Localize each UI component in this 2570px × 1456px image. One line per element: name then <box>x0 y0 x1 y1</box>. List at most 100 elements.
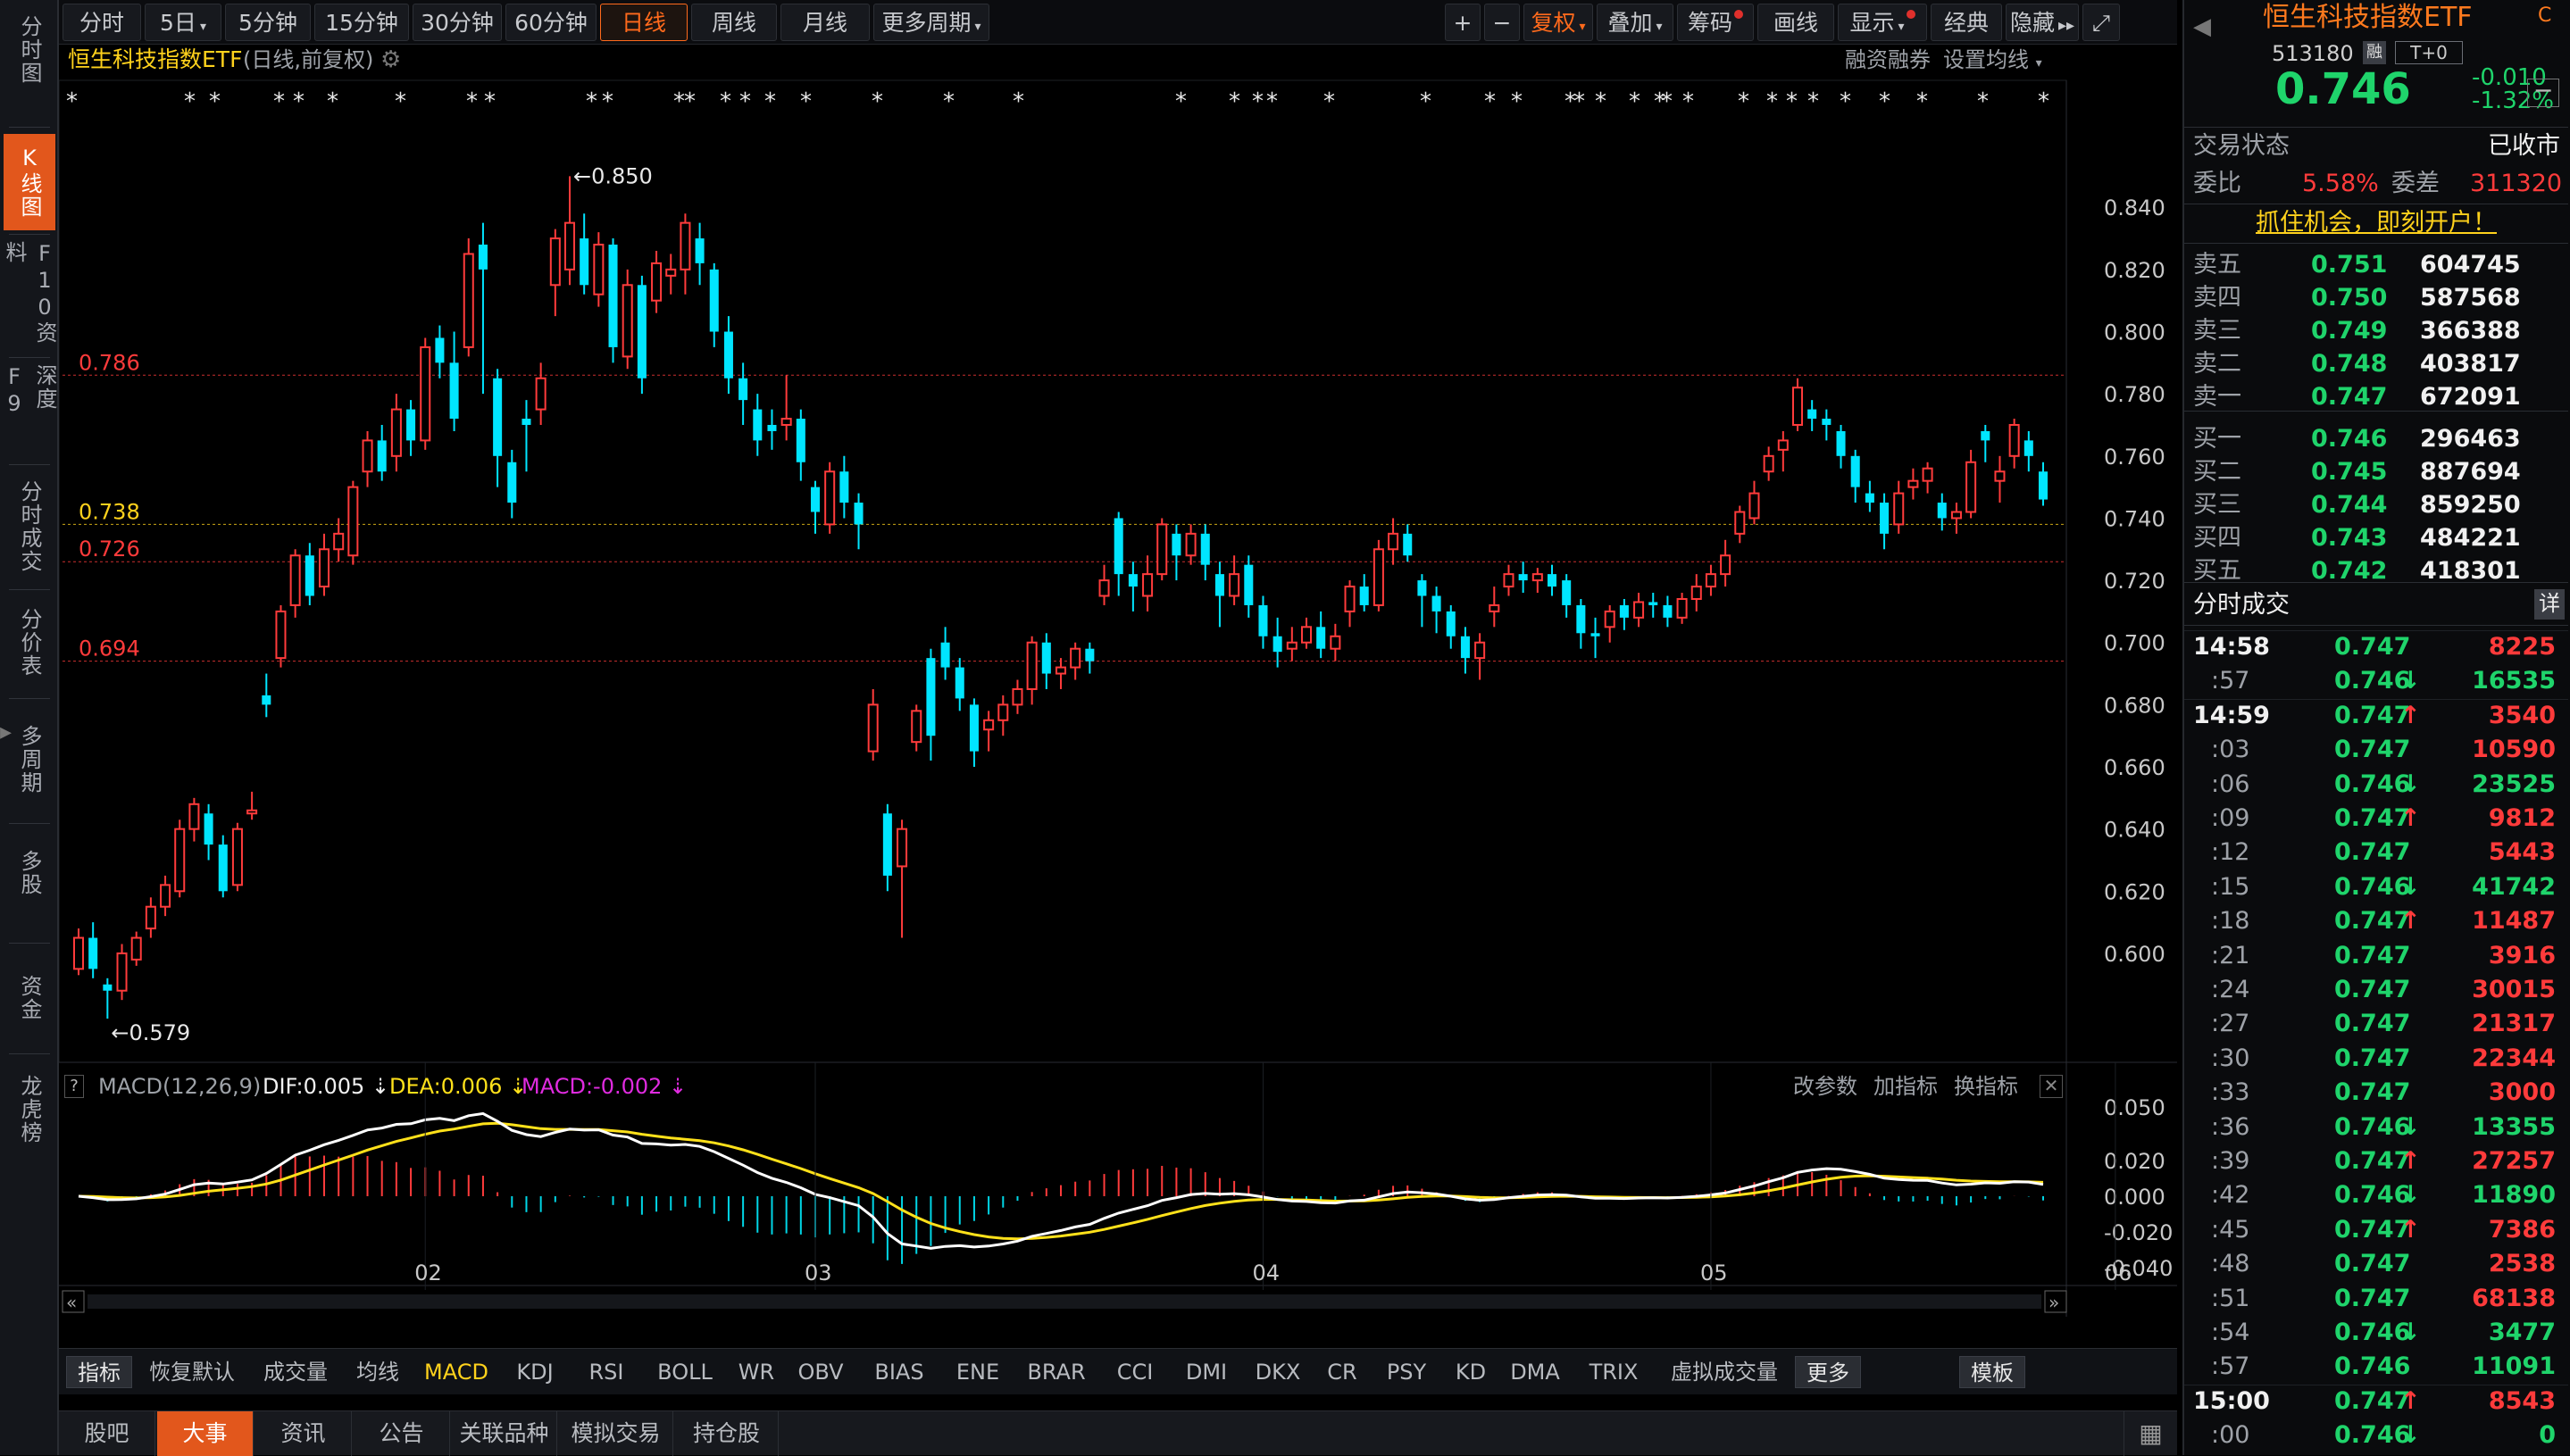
macd-switch-indicator[interactable]: 换指标 <box>1954 1073 2018 1100</box>
indicator-5[interactable]: KDJ <box>502 1356 568 1388</box>
indicator-22[interactable]: 更多 <box>1795 1356 1861 1388</box>
indicator-23[interactable]: 模板 <box>1959 1356 2025 1388</box>
event-marker-icon[interactable]: * <box>1484 88 1496 115</box>
tool-0[interactable]: + <box>1445 4 1481 41</box>
kline-chart-svg[interactable]: * * * * * * * * * * * * * * * * * * * * * * * * * * * * ** * * ** * * * * * *… <box>59 45 2177 1341</box>
event-marker-icon[interactable]: * <box>1013 88 1024 115</box>
event-marker-icon[interactable]: * <box>764 88 776 115</box>
nav-item-9[interactable]: 龙虎榜 <box>4 1061 55 1159</box>
horizontal-scrollbar[interactable] <box>88 1294 2041 1309</box>
bottom-tab-2[interactable]: 资讯 <box>255 1411 352 1456</box>
bottom-tab-6[interactable]: 持仓股 <box>675 1411 779 1456</box>
bottom-tab-4[interactable]: 关联品种 <box>452 1411 557 1456</box>
tool-6[interactable]: 显示 ▾ <box>1838 4 1927 41</box>
indicator-0[interactable]: 指标 <box>66 1356 132 1388</box>
tool-7[interactable]: 经典 <box>1931 4 2002 41</box>
period-9[interactable]: 更多周期 ▾ <box>873 4 989 41</box>
bottom-tab-5[interactable]: 模拟交易 <box>559 1411 673 1456</box>
kline-chart-area[interactable]: * * * * * * * * * * * * * * * * * * * * * * * * * * * * * * * * * * * * * * * *… <box>59 45 2177 1341</box>
event-marker-icon[interactable]: * <box>1879 88 1890 115</box>
event-marker-icon[interactable]: * <box>1175 88 1187 115</box>
indicator-11[interactable]: ENE <box>945 1356 1011 1388</box>
indicator-12[interactable]: BRAR <box>1016 1356 1097 1388</box>
period-4[interactable]: 30分钟 <box>413 4 502 41</box>
event-marker-icon[interactable]: * <box>1252 88 1264 115</box>
event-marker-icon[interactable]: * <box>739 88 751 115</box>
collapse-arrow-icon[interactable]: ▸ <box>0 705 13 759</box>
event-marker-icon[interactable]: * <box>1807 88 1819 115</box>
event-marker-icon[interactable]: * <box>1420 88 1431 115</box>
period-5[interactable]: 60分钟 <box>505 4 597 41</box>
indicator-17[interactable]: PSY <box>1373 1356 1439 1388</box>
event-marker-icon[interactable]: * <box>1229 88 1240 115</box>
event-marker-icon[interactable]: * <box>1840 88 1851 115</box>
nav-item-2[interactable]: F10资料 <box>2 241 57 345</box>
nav-item-7[interactable]: 多股 <box>4 830 55 916</box>
event-marker-icon[interactable]: * <box>293 88 305 115</box>
nav-item-4[interactable]: 分时成交 <box>4 471 55 582</box>
nav-item-3[interactable]: 深度F9 <box>2 364 57 457</box>
event-marker-icon[interactable]: * <box>1573 88 1585 115</box>
event-marker-icon[interactable]: * <box>1738 88 1749 115</box>
event-marker-icon[interactable]: * <box>1682 88 1694 115</box>
ma-setting-link[interactable]: 设置均线 ▾ <box>1943 46 2042 77</box>
event-marker-icon[interactable]: * <box>1977 88 1989 115</box>
period-1[interactable]: 5日 ▾ <box>145 4 221 41</box>
indicator-2[interactable]: 成交量 <box>252 1356 339 1388</box>
indicator-21[interactable]: 虚拟成交量 <box>1659 1356 1790 1388</box>
event-marker-icon[interactable]: * <box>1916 88 1928 115</box>
macd-add-indicator[interactable]: 加指标 <box>1873 1073 1938 1100</box>
indicator-10[interactable]: BIAS <box>859 1356 939 1388</box>
financing-link[interactable]: 融资融券 <box>1845 46 1931 73</box>
event-marker-icon[interactable]: * <box>66 88 78 115</box>
expand-icon[interactable]: ⤢ <box>2082 4 2120 41</box>
macd-help-icon[interactable]: ? <box>64 1075 84 1098</box>
event-marker-icon[interactable]: * <box>273 88 285 115</box>
tool-5[interactable]: 画线 <box>1757 4 1834 41</box>
period-0[interactable]: 分时 <box>63 4 141 41</box>
nav-item-0[interactable]: 分时图 <box>4 2 55 98</box>
indicator-16[interactable]: CR <box>1316 1356 1368 1388</box>
indicator-14[interactable]: DMI <box>1173 1356 1239 1388</box>
event-marker-icon[interactable]: * <box>2038 88 2049 115</box>
bottom-tab-1[interactable]: 大事 <box>157 1411 254 1456</box>
event-marker-icon[interactable]: * <box>1595 88 1606 115</box>
bottom-tab-0[interactable]: 股吧 <box>59 1411 155 1456</box>
event-marker-icon[interactable]: * <box>1629 88 1640 115</box>
bottom-tab-3[interactable]: 公告 <box>354 1411 450 1456</box>
tool-4[interactable]: 筹码 <box>1677 4 1754 41</box>
event-marker-icon[interactable]: * <box>720 88 731 115</box>
nav-item-5[interactable]: 分价表 <box>4 596 55 689</box>
indicator-4[interactable]: MACD <box>416 1356 496 1388</box>
chevron-left-icon[interactable]: ◀ <box>2193 12 2211 41</box>
calendar-icon[interactable]: ▦ <box>2124 1411 2177 1456</box>
event-marker-icon[interactable]: * <box>209 88 221 115</box>
indicator-1[interactable]: 恢复默认 <box>138 1356 246 1388</box>
period-3[interactable]: 15分钟 <box>314 4 409 41</box>
event-marker-icon[interactable]: * <box>1766 88 1778 115</box>
event-marker-icon[interactable]: * <box>943 88 955 115</box>
tool-2[interactable]: 复权 ▾ <box>1523 4 1593 41</box>
gear-icon[interactable]: ⚙ <box>380 46 401 73</box>
tool-3[interactable]: 叠加 ▾ <box>1597 4 1673 41</box>
event-marker-icon[interactable]: * <box>586 88 597 115</box>
nav-item-8[interactable]: 资金 <box>4 950 55 1046</box>
event-marker-icon[interactable]: * <box>1323 88 1335 115</box>
macd-edit-params[interactable]: 改参数 <box>1793 1073 1857 1100</box>
event-marker-icon[interactable]: * <box>466 88 478 115</box>
corner-c-icon[interactable]: C <box>2538 2 2551 30</box>
event-marker-icon[interactable]: * <box>484 88 496 115</box>
indicator-20[interactable]: TRIX <box>1573 1356 1654 1388</box>
indicator-6[interactable]: RSI <box>573 1356 639 1388</box>
event-marker-icon[interactable]: * <box>800 88 812 115</box>
event-marker-icon[interactable]: * <box>184 88 196 115</box>
period-7[interactable]: 周线 <box>691 4 777 41</box>
event-marker-icon[interactable]: * <box>872 88 883 115</box>
promo-link[interactable]: 抓住机会，即刻开户！ <box>2256 209 2497 237</box>
indicator-7[interactable]: BOLL <box>645 1356 725 1388</box>
event-marker-icon[interactable]: * <box>684 88 696 115</box>
event-marker-icon[interactable]: * <box>1511 88 1523 115</box>
event-marker-icon[interactable]: * <box>602 88 613 115</box>
period-6[interactable]: 日线 <box>600 4 688 41</box>
ticks-detail-button[interactable]: 详 <box>2534 589 2565 620</box>
